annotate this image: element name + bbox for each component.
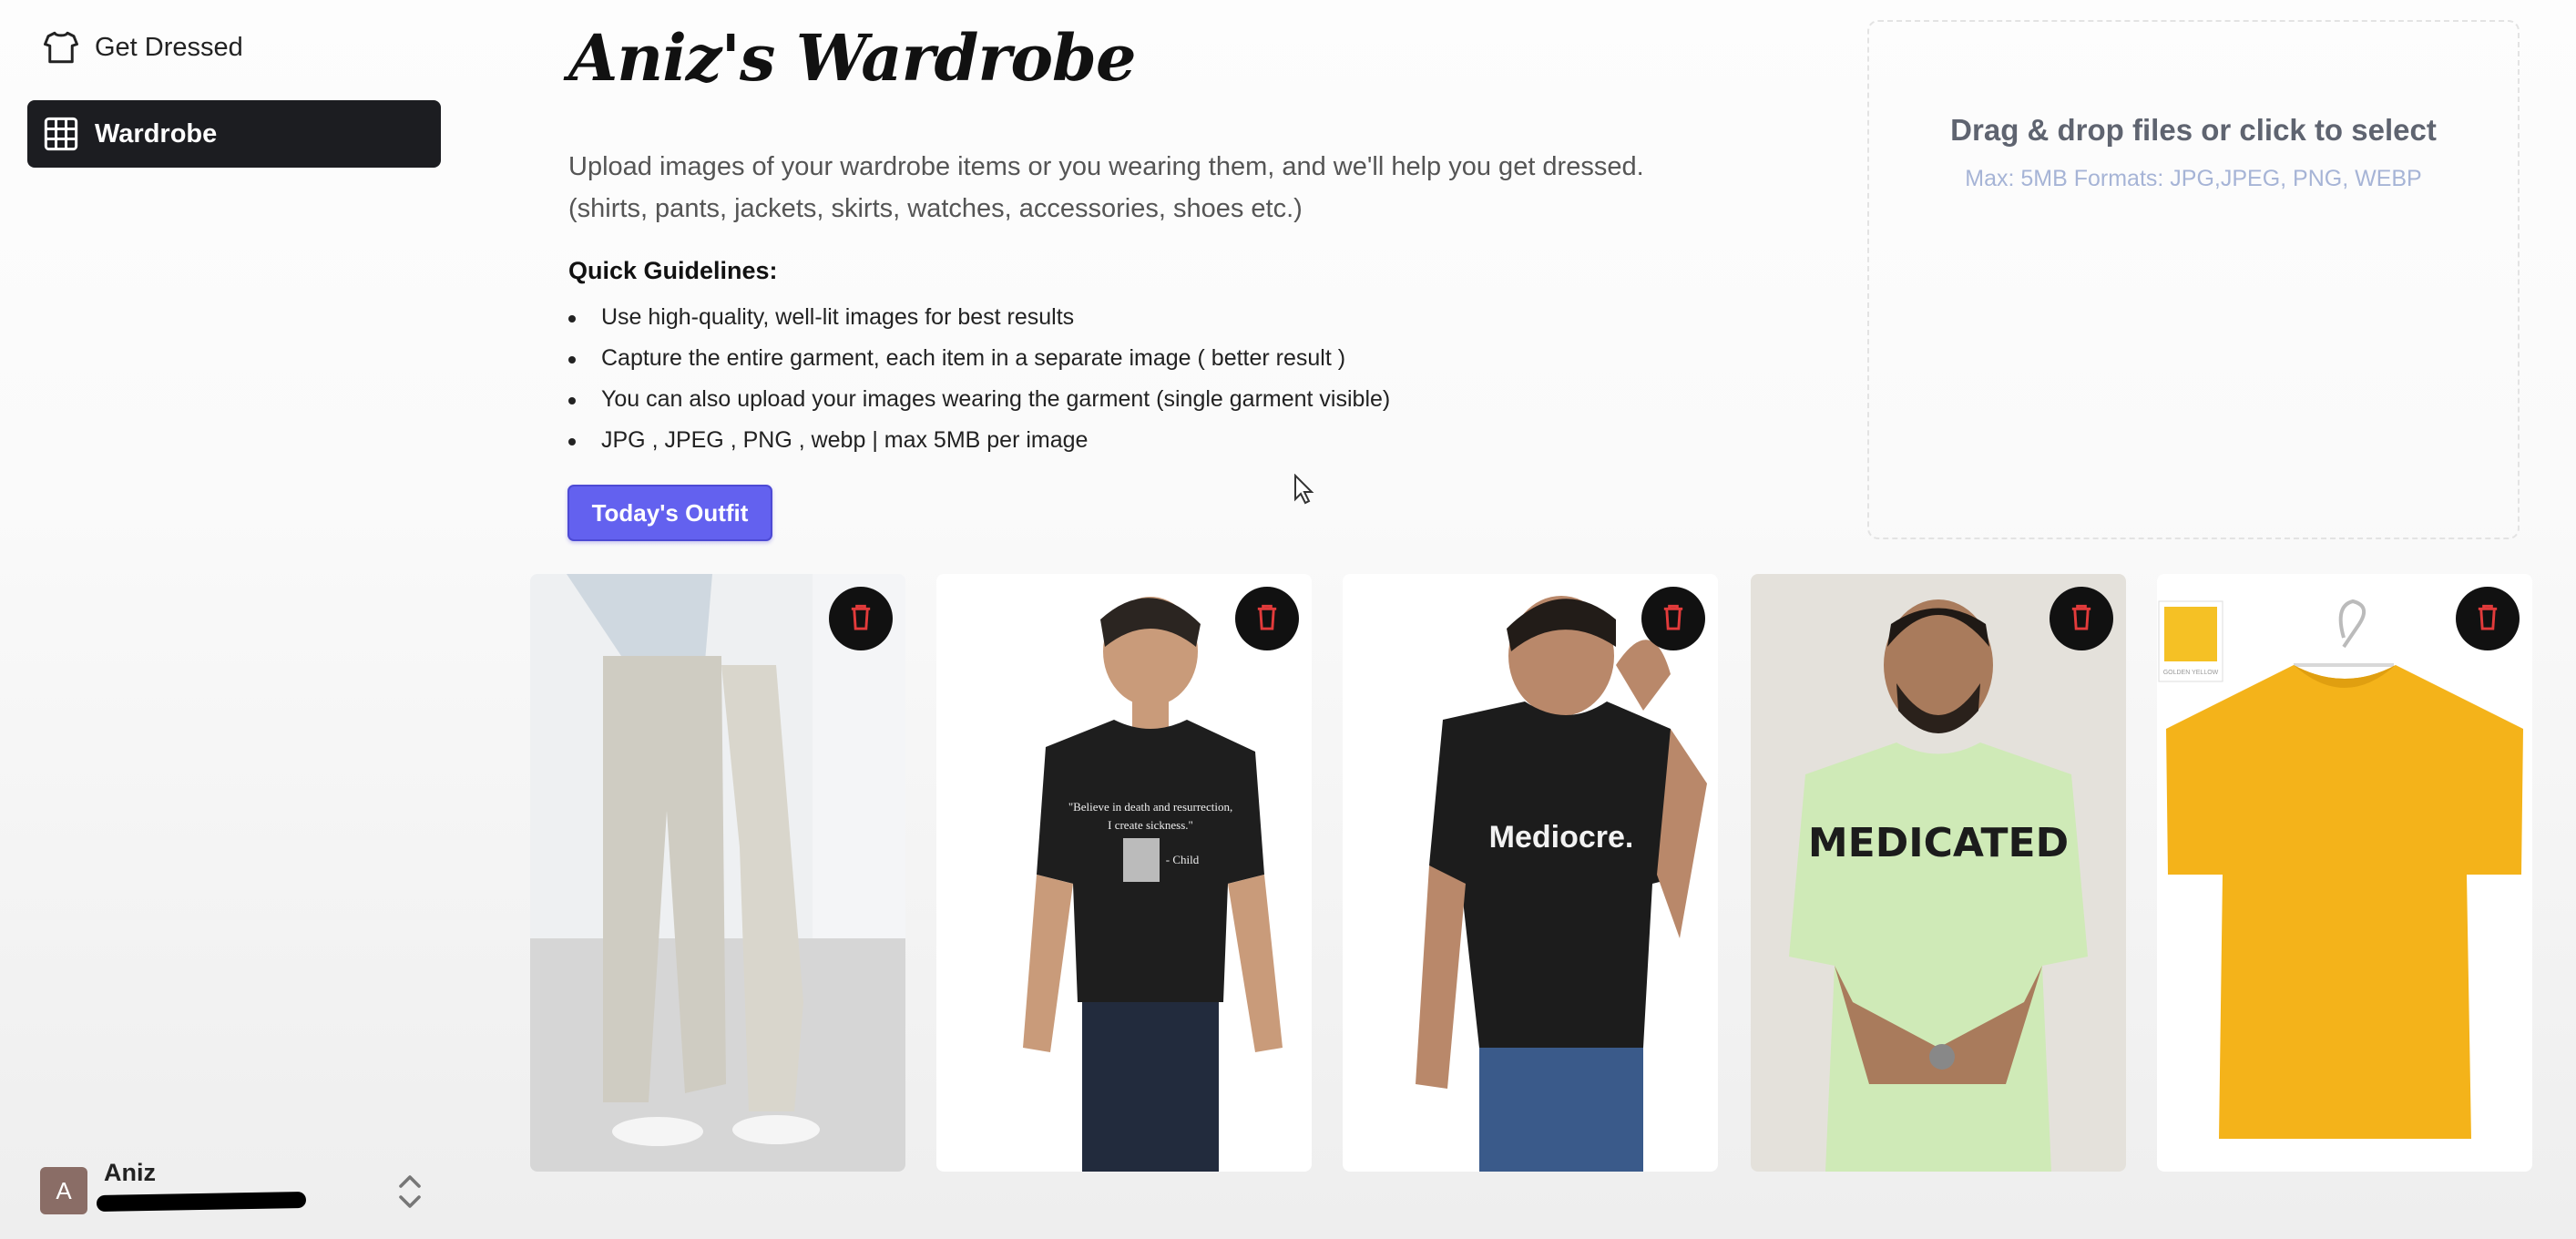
delete-button[interactable] — [1641, 587, 1705, 650]
delete-button[interactable] — [829, 587, 893, 650]
guidelines-title: Quick Guidelines: — [568, 257, 778, 284]
black-mediocre-tee-photo: Mediocre. — [1343, 574, 1718, 1172]
intro-line: (shirts, pants, jackets, skirts, watches… — [568, 194, 1303, 223]
delete-button[interactable] — [2456, 587, 2520, 650]
guidelines-list: Use high-quality, well-lit images for be… — [568, 297, 1390, 461]
user-name: Aniz — [104, 1159, 156, 1186]
guideline-item: JPG , JPEG , PNG , webp | max 5MB per im… — [568, 420, 1390, 461]
beige-pants-photo — [530, 574, 905, 1172]
sidebar-item-wardrobe[interactable]: Wardrobe — [27, 100, 441, 168]
delete-button[interactable] — [1235, 587, 1299, 650]
sidebar-item-label: Wardrobe — [95, 118, 218, 148]
trash-icon — [2068, 602, 2095, 636]
sidebar-item-label: Get Dressed — [95, 32, 243, 62]
green-medicated-tee-photo: MEDICATED — [1751, 574, 2126, 1172]
yellow-tee-photo: GOLDEN YELLOW — [2157, 574, 2532, 1172]
todays-outfit-button[interactable]: Today's Outfit — [567, 485, 772, 541]
svg-text:MEDICATED: MEDICATED — [1808, 820, 2069, 866]
wardrobe-item-card[interactable]: MEDICATED — [1751, 574, 2126, 1172]
wardrobe-item-card[interactable]: Mediocre. — [1343, 574, 1718, 1172]
mouse-cursor-icon — [1293, 473, 1317, 509]
trash-icon — [1660, 602, 1687, 636]
wardrobe-item-card[interactable] — [530, 574, 905, 1172]
avatar: A — [40, 1167, 87, 1214]
page-title: Aniz's Wardrobe — [568, 20, 1137, 96]
wardrobe-item-card[interactable]: "Believe in death and resurrection, I cr… — [936, 574, 1312, 1172]
wardrobe-item-card[interactable]: GOLDEN YELLOW — [2157, 574, 2532, 1172]
intro-text: Upload images of your wardrobe items or … — [568, 146, 1753, 230]
user-menu[interactable]: A Aniz — [40, 1157, 441, 1224]
svg-text:GOLDEN YELLOW: GOLDEN YELLOW — [2163, 670, 2219, 676]
svg-text:I create sickness.": I create sickness." — [1108, 818, 1193, 832]
tshirt-icon — [40, 26, 82, 68]
grid-icon — [40, 113, 82, 155]
svg-text:"Believe in death and resurrec: "Believe in death and resurrection, — [1068, 800, 1232, 814]
chevron-up-down-icon[interactable] — [392, 1172, 428, 1212]
dropzone-title: Drag & drop files or click to select — [1950, 113, 2437, 147]
intro-line: Upload images of your wardrobe items or … — [568, 152, 1644, 181]
trash-icon — [847, 602, 874, 636]
file-dropzone[interactable]: Drag & drop files or click to select Max… — [1867, 20, 2520, 539]
trash-icon — [1253, 602, 1281, 636]
guideline-item: You can also upload your images wearing … — [568, 379, 1390, 420]
dropzone-subtitle: Max: 5MB Formats: JPG,JPEG, PNG, WEBP — [1965, 166, 2422, 191]
redacted-email — [96, 1191, 307, 1213]
delete-button[interactable] — [2050, 587, 2113, 650]
svg-text:Mediocre.: Mediocre. — [1489, 820, 1634, 855]
guideline-item: Capture the entire garment, each item in… — [568, 338, 1390, 379]
black-graphic-tee-photo: "Believe in death and resurrection, I cr… — [936, 574, 1312, 1172]
trash-icon — [2474, 602, 2501, 636]
svg-text:- Child: - Child — [1166, 853, 1200, 866]
sidebar: Get Dressed Wardrobe A Aniz — [0, 0, 474, 1239]
sidebar-item-get-dressed[interactable]: Get Dressed — [27, 14, 441, 81]
guideline-item: Use high-quality, well-lit images for be… — [568, 297, 1390, 338]
